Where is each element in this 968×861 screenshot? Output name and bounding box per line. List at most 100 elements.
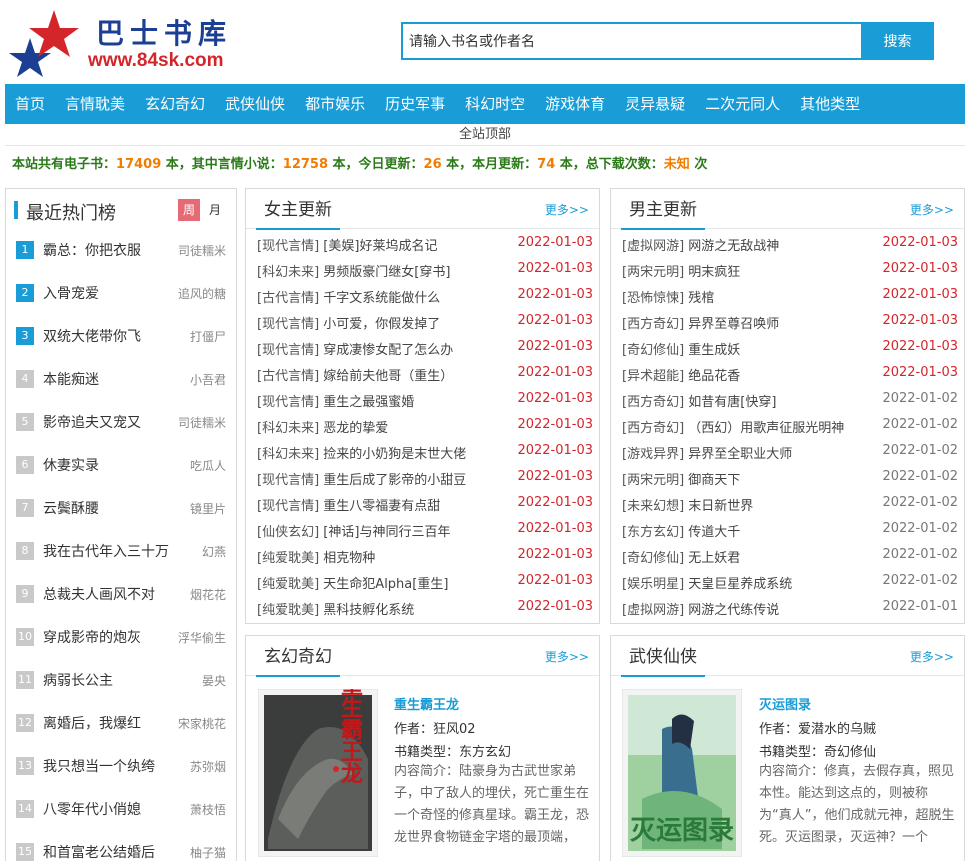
update-category[interactable]: [科幻未来] [257,265,319,280]
update-book-title[interactable]: 无上妖君 [688,551,740,566]
update-book-title[interactable]: 重生后成了影帝的小甜豆 [323,473,466,488]
nav-item[interactable]: 言情耽美 [55,84,135,124]
update-book-title[interactable]: 天生命犯Alpha[重生] [323,577,448,592]
update-book-title[interactable]: 网游之无敌战神 [688,239,779,254]
update-book-title[interactable]: 传道大千 [688,525,740,540]
update-book-title[interactable]: 残棺 [688,291,714,306]
hot-book-author[interactable]: 打僵尸 [190,328,226,345]
update-book-title[interactable]: 千字文系统能做什么 [323,291,440,306]
hot-book-name[interactable]: 双统大佬带你飞 [43,326,141,346]
nav-item[interactable]: 其他类型 [790,84,870,124]
update-book-title[interactable]: （西幻）用歌声征服光明神 [688,421,844,436]
update-category[interactable]: [西方奇幻] [622,421,684,436]
hot-book-name[interactable]: 和首富老公结婚后 [43,842,155,861]
update-category[interactable]: [两宋元明] [622,265,684,280]
update-book-title[interactable]: 如昔有唐[快穿] [688,395,776,410]
hot-book-author[interactable]: 烟花花 [190,586,226,603]
hot-book-author[interactable]: 追风的糖 [178,285,226,302]
update-category[interactable]: [现代言情] [257,317,319,332]
hot-book-author[interactable]: 晏央 [202,672,226,689]
update-book-title[interactable]: 天皇巨星养成系统 [688,577,792,592]
update-book-title[interactable]: [神话]与神同行三百年 [323,525,450,540]
hot-book-author[interactable]: 浮华偷生 [178,629,226,646]
hot-book-author[interactable]: 幻燕 [202,543,226,560]
nav-item[interactable]: 科幻时空 [455,84,535,124]
update-book-title[interactable]: 御商天下 [688,473,740,488]
hot-list-item[interactable]: 15 和首富老公结婚后 柚子猫 [6,837,236,861]
update-book-title[interactable]: 重生之最强蜜婚 [323,395,414,410]
book-cover-image[interactable]: 灭运图录 [621,688,743,858]
nav-item[interactable]: 历史军事 [375,84,455,124]
update-category[interactable]: [游戏异界] [622,447,684,462]
hot-book-author[interactable]: 司徒糯米 [178,242,226,259]
featured-book-title[interactable]: 重生霸王龙 [394,694,459,713]
hot-list-item[interactable]: 1 霸总：你把衣服 司徒糯米 [6,235,236,278]
nav-item[interactable]: 首页 [5,84,55,124]
hot-book-name[interactable]: 霸总：你把衣服 [43,240,141,260]
update-book-title[interactable]: 相克物种 [323,551,375,566]
update-book-title[interactable]: 嫁给前夫他哥（重生） [323,369,453,384]
update-category[interactable]: [纯爱耽美] [257,603,319,618]
hot-list-item[interactable]: 5 影帝追夫又宠又 司徒糯米 [6,407,236,450]
hot-book-author[interactable]: 小吾君 [190,371,226,388]
hot-book-name[interactable]: 影帝追夫又宠又 [43,412,141,432]
hot-list-item[interactable]: 7 云鬓酥腰 镜里片 [6,493,236,536]
male-more-link[interactable]: 更多>> [910,201,954,218]
hot-book-name[interactable]: 云鬓酥腰 [43,498,99,518]
update-category[interactable]: [东方玄幻] [622,525,684,540]
update-category[interactable]: [古代言情] [257,369,319,384]
hot-book-name[interactable]: 病弱长公主 [43,670,113,690]
update-book-title[interactable]: 重生八零福妻有点甜 [323,499,440,514]
site-top-link[interactable]: 全站顶部 [5,124,965,146]
update-category[interactable]: [未来幻想] [622,499,684,514]
update-book-title[interactable]: 捡来的小奶狗是末世大佬 [323,447,466,462]
update-book-title[interactable]: 恶龙的挚爱 [323,421,388,436]
hot-book-name[interactable]: 穿成影帝的炮灰 [43,627,141,647]
update-book-title[interactable]: 明末疯狂 [688,265,740,280]
update-category[interactable]: [奇幻修仙] [622,343,684,358]
update-category[interactable]: [现代言情] [257,473,319,488]
update-category[interactable]: [仙侠玄幻] [257,525,319,540]
hot-book-name[interactable]: 八零年代小俏媳 [43,799,141,819]
hot-book-author[interactable]: 宋家桃花 [178,715,226,732]
hot-list-item[interactable]: 9 总裁夫人画风不对 烟花花 [6,579,236,622]
hot-book-name[interactable]: 休妻实录 [43,455,99,475]
update-category[interactable]: [纯爱耽美] [257,577,319,592]
update-category[interactable]: [异术超能] [622,369,684,384]
update-category[interactable]: [现代言情] [257,499,319,514]
search-input[interactable] [401,22,863,60]
update-category[interactable]: [科幻未来] [257,421,319,436]
update-category[interactable]: [西方奇幻] [622,395,684,410]
hot-book-author[interactable]: 镜里片 [190,500,226,517]
update-book-title[interactable]: 男频版豪门继女[穿书] [323,265,450,280]
update-category[interactable]: [两宋元明] [622,473,684,488]
hot-book-name[interactable]: 我在古代年入三十万 [43,541,169,561]
hot-list-item[interactable]: 3 双统大佬带你飞 打僵尸 [6,321,236,364]
hot-book-author[interactable]: 苏弥烟 [190,758,226,775]
hot-list-item[interactable]: 8 我在古代年入三十万 幻燕 [6,536,236,579]
book-cover-image[interactable]: 重生霸王龙 [257,674,379,858]
hot-book-name[interactable]: 离婚后，我爆红 [43,713,141,733]
update-book-title[interactable]: [美娱]好莱坞成名记 [323,239,437,254]
hot-list-item[interactable]: 2 入骨宠爱 追风的糖 [6,278,236,321]
update-category[interactable]: [虚拟网游] [622,603,684,618]
update-book-title[interactable]: 末日新世界 [688,499,753,514]
hot-list-item[interactable]: 4 本能痴迷 小吾君 [6,364,236,407]
tab-week[interactable]: 周 [178,199,200,221]
nav-item[interactable]: 玄幻奇幻 [135,84,215,124]
wuxia-more-link[interactable]: 更多>> [910,648,954,665]
nav-item[interactable]: 二次元同人 [695,84,790,124]
hot-book-author[interactable]: 萧枝悟 [190,801,226,818]
update-category[interactable]: [古代言情] [257,291,319,306]
update-category[interactable]: [科幻未来] [257,447,319,462]
update-category[interactable]: [现代言情] [257,343,319,358]
hot-list-item[interactable]: 10 穿成影帝的炮灰 浮华偷生 [6,622,236,665]
update-book-title[interactable]: 绝品花香 [688,369,740,384]
update-book-title[interactable]: 重生成妖 [688,343,740,358]
hot-list-item[interactable]: 14 八零年代小俏媳 萧枝悟 [6,794,236,837]
hot-book-name[interactable]: 总裁夫人画风不对 [43,584,155,604]
xuanhuan-more-link[interactable]: 更多>> [545,648,589,665]
hot-book-author[interactable]: 柚子猫 [190,844,226,861]
female-more-link[interactable]: 更多>> [545,201,589,218]
update-book-title[interactable]: 穿成凄惨女配了怎么办 [323,343,453,358]
